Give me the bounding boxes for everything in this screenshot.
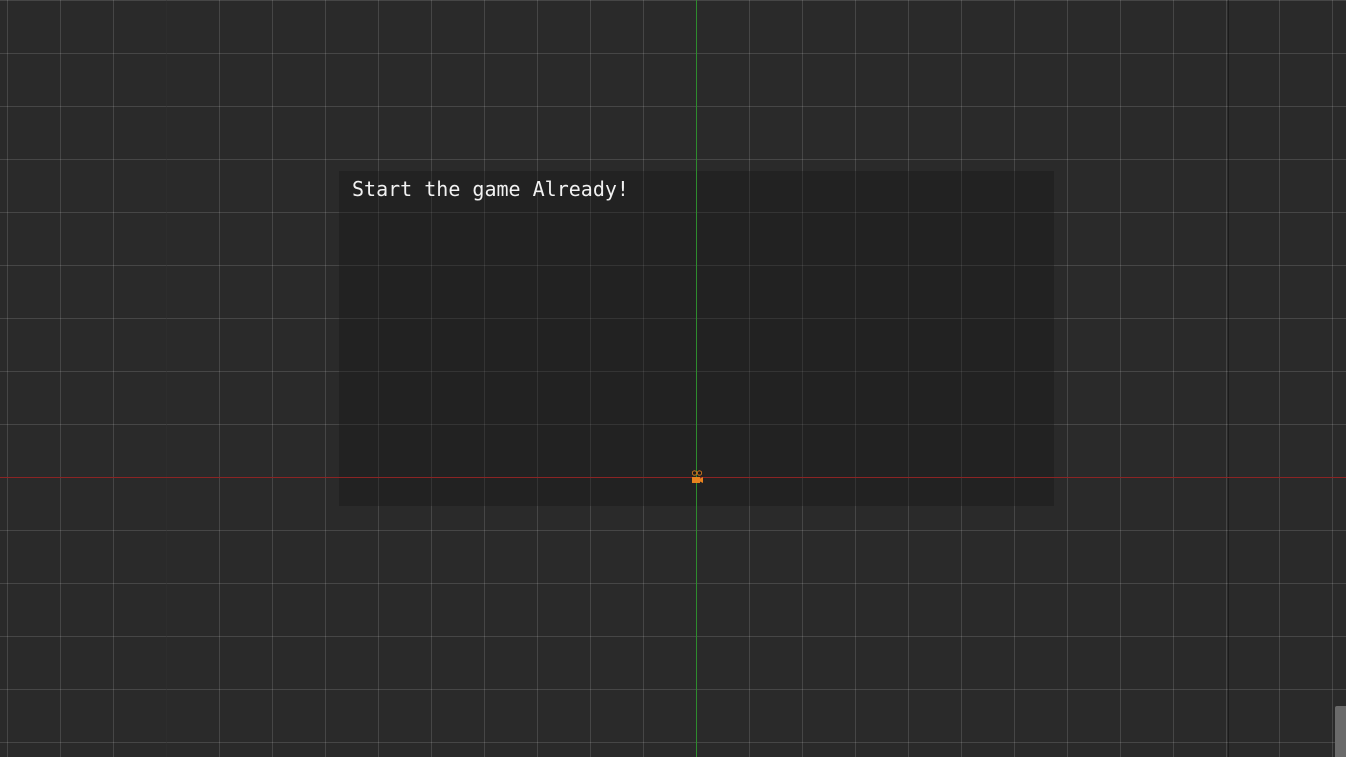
camera-node-icon[interactable] [690, 469, 704, 485]
editor-2d-viewport[interactable]: Start the game Already! [0, 0, 1346, 757]
y-axis-line [696, 0, 697, 757]
label-node-text: Start the game Already! [352, 177, 629, 201]
vertical-scrollbar-thumb[interactable] [1335, 706, 1346, 757]
grid-major-line [166, 0, 167, 757]
grid-major-line [1228, 0, 1229, 757]
x-axis-line [0, 477, 1346, 478]
